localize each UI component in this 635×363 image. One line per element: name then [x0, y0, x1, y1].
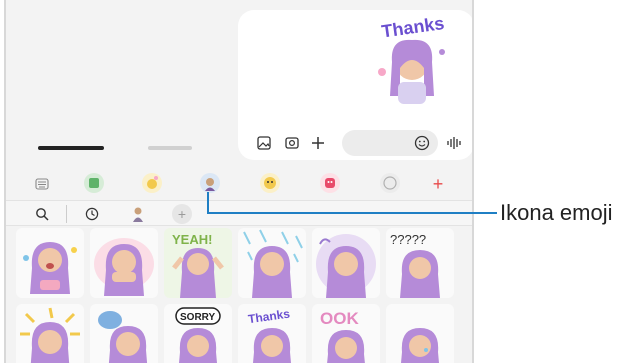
add-sticker-button[interactable]: + — [172, 204, 192, 224]
sticker-caption: ????? — [390, 232, 426, 247]
sticker-caption: YEAH! — [172, 232, 212, 247]
message-input-row — [250, 128, 470, 158]
camera-icon[interactable] — [282, 133, 302, 153]
emoji-smiley-icon[interactable] — [412, 133, 432, 153]
sticker-caption: OOK — [320, 309, 359, 328]
sticker-item[interactable] — [90, 228, 158, 298]
bitmoji-icon[interactable] — [320, 173, 340, 193]
animated-emoji-icon[interactable] — [142, 173, 162, 193]
add-icon[interactable]: + — [428, 174, 448, 194]
sticker-caption: Thanks — [247, 307, 291, 327]
sticker-item[interactable] — [386, 304, 454, 363]
sticker-item[interactable]: SORRY — [164, 304, 232, 363]
callout-label: Ikona emoji — [500, 200, 613, 225]
emoji-face-icon[interactable] — [260, 173, 280, 193]
sticker-item[interactable] — [90, 304, 158, 363]
sent-sticker-caption: Thanks — [380, 13, 445, 42]
keyboard-icon[interactable] — [32, 174, 52, 194]
sticker-item[interactable]: Thanks — [238, 304, 306, 363]
ar-emoji-icon[interactable] — [200, 173, 220, 193]
gif-icon[interactable] — [380, 173, 400, 193]
phone-screen: Thanks + + YEAH! ????? SORRY Thanks OOK — [4, 0, 474, 363]
sticker-item[interactable] — [238, 228, 306, 298]
tab-inactive-indicator[interactable] — [148, 146, 192, 150]
voice-record-icon[interactable] — [444, 133, 464, 153]
conversation-tabs — [20, 130, 230, 160]
emoji-keyboard-toolbar: + — [6, 170, 472, 198]
sticker-item[interactable] — [16, 304, 84, 363]
recent-clock-icon[interactable] — [82, 204, 102, 224]
callout-leader-horizontal — [207, 212, 497, 214]
sticker-item[interactable]: ????? — [386, 228, 454, 298]
avatar-stickers-icon[interactable] — [128, 204, 148, 224]
sticker-caption: SORRY — [180, 312, 216, 323]
divider — [66, 205, 67, 223]
sticker-item[interactable] — [16, 228, 84, 298]
sticker-item[interactable]: YEAH! — [164, 228, 232, 298]
sent-sticker[interactable]: Thanks — [368, 12, 454, 108]
sticker-item[interactable] — [312, 228, 380, 298]
sticker-item[interactable]: OOK — [312, 304, 380, 363]
attach-plus-icon[interactable] — [308, 133, 328, 153]
tab-active-indicator[interactable] — [38, 146, 104, 150]
message-input-field[interactable] — [342, 130, 438, 156]
search-icon[interactable] — [32, 204, 52, 224]
gallery-icon[interactable] — [254, 133, 274, 153]
sticker-pack-icon[interactable] — [84, 173, 104, 193]
callout-leader-vertical — [207, 192, 209, 214]
